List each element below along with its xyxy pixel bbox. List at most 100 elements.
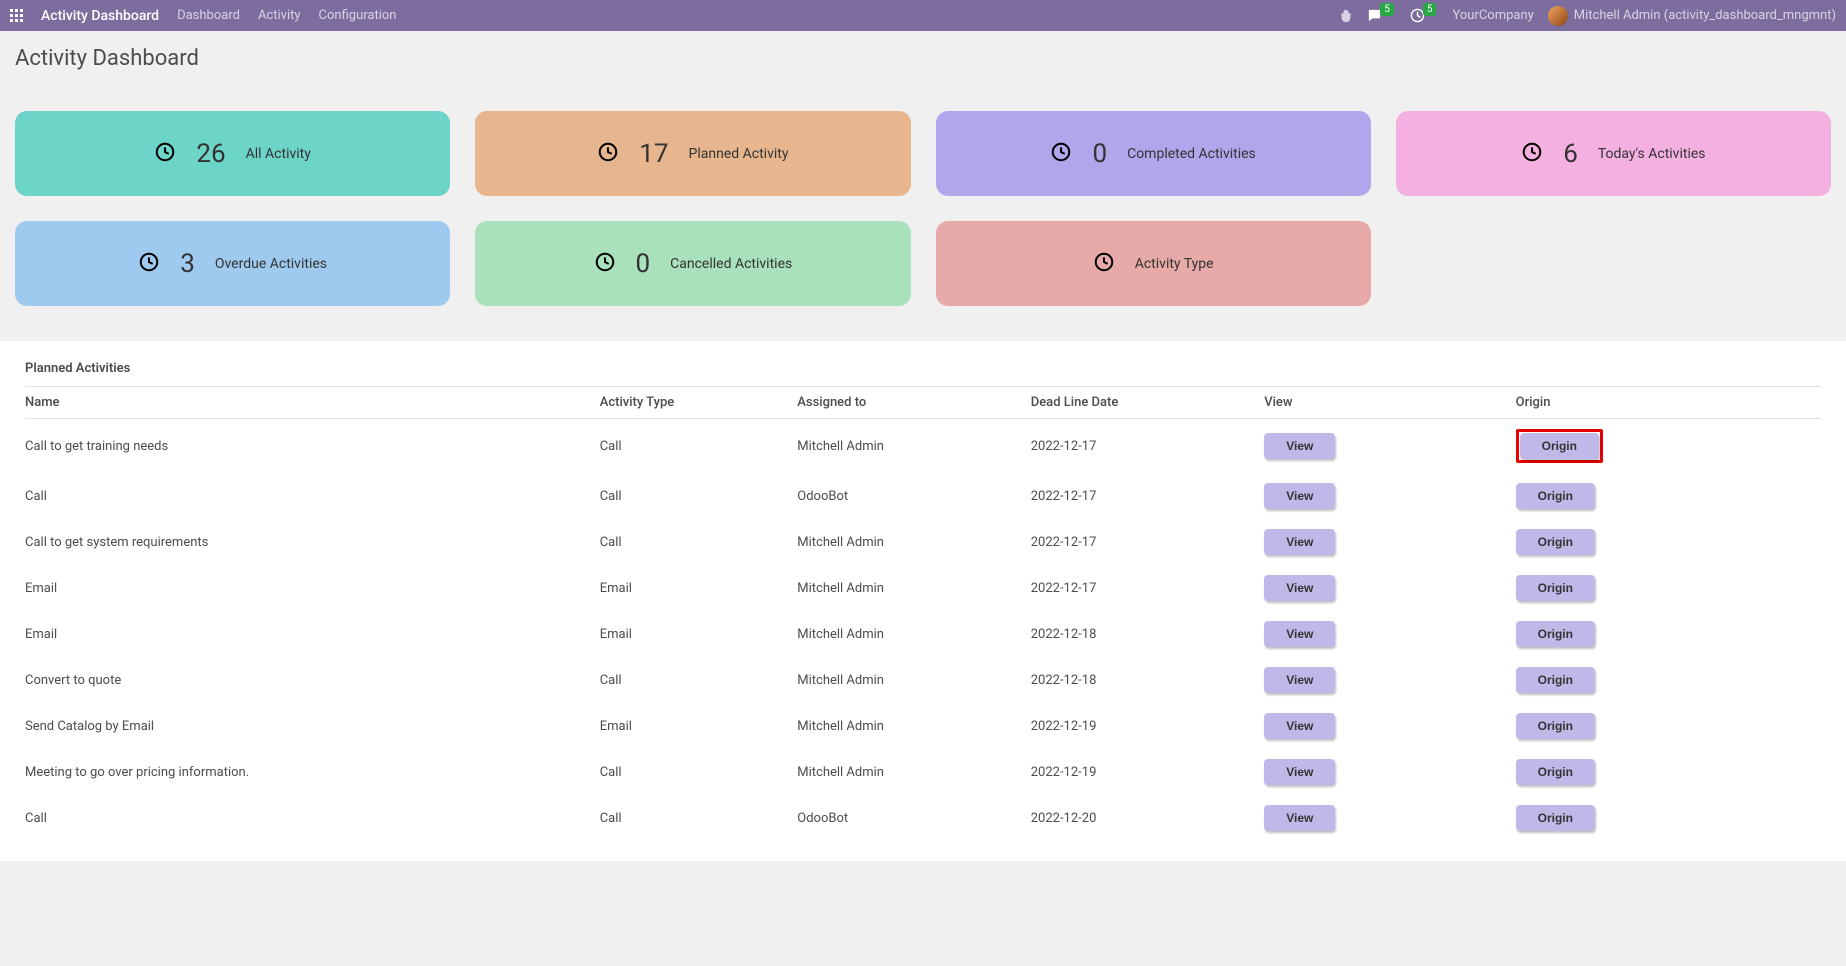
cell-type: Call	[600, 657, 798, 703]
view-button[interactable]: View	[1264, 483, 1335, 509]
view-button[interactable]: View	[1264, 759, 1335, 785]
cell-view: View	[1264, 565, 1515, 611]
view-button[interactable]: View	[1264, 529, 1335, 555]
card-label: Planned Activity	[689, 146, 789, 162]
origin-button[interactable]: Origin	[1516, 621, 1595, 647]
origin-button[interactable]: Origin	[1520, 433, 1599, 459]
th-name[interactable]: Name	[25, 387, 600, 419]
card-activity-type[interactable]: Activity Type	[936, 221, 1371, 306]
user-menu[interactable]: Mitchell Admin (activity_dashboard_mngmn…	[1548, 6, 1836, 26]
card-count: 0	[1092, 139, 1107, 169]
cell-date: 2022-12-19	[1031, 703, 1264, 749]
cell-name: Convert to quote	[25, 657, 600, 703]
clock-icon	[1093, 251, 1115, 277]
page-title: Activity Dashboard	[15, 46, 1831, 71]
card-label: Cancelled Activities	[670, 256, 792, 272]
clock-icon	[154, 141, 176, 167]
th-origin[interactable]: Origin	[1516, 387, 1821, 419]
cell-type: Call	[600, 519, 798, 565]
card-count: 0	[636, 249, 651, 279]
card-count: 17	[639, 139, 668, 169]
cell-origin: Origin	[1516, 419, 1821, 474]
cell-date: 2022-12-20	[1031, 795, 1264, 841]
cell-origin: Origin	[1516, 565, 1821, 611]
clock-icon	[1521, 141, 1543, 167]
view-button[interactable]: View	[1264, 621, 1335, 647]
header-section: Activity Dashboard 26All Activity 17 Plann…	[0, 31, 1846, 341]
clock-icon	[597, 141, 619, 167]
cell-assigned: OdooBot	[797, 795, 1030, 841]
origin-button[interactable]: Origin	[1516, 483, 1595, 509]
company-name[interactable]: YourCompany	[1452, 8, 1533, 23]
th-date[interactable]: Dead Line Date	[1031, 387, 1264, 419]
card-overdue-activities[interactable]: 3 Overdue Activities	[15, 221, 450, 306]
view-button[interactable]: View	[1264, 713, 1335, 739]
nav-link-configuration[interactable]: Configuration	[319, 8, 397, 23]
view-button[interactable]: View	[1264, 805, 1335, 831]
avatar	[1548, 6, 1568, 26]
cell-name: Call to get system requirements	[25, 519, 600, 565]
cell-view: View	[1264, 473, 1515, 519]
cell-type: Call	[600, 419, 798, 474]
card-today-s-activities[interactable]: 6Today's Activities	[1396, 111, 1831, 196]
cell-view: View	[1264, 749, 1515, 795]
cell-assigned: Mitchell Admin	[797, 611, 1030, 657]
messages-badge: 5	[1380, 3, 1394, 16]
cell-type: Email	[600, 611, 798, 657]
clock-icon[interactable]: 5	[1410, 8, 1439, 23]
messages-icon[interactable]: 5	[1367, 8, 1396, 23]
card-count: 3	[180, 249, 195, 279]
cell-assigned: Mitchell Admin	[797, 657, 1030, 703]
view-button[interactable]: View	[1264, 433, 1335, 459]
bug-icon[interactable]	[1339, 9, 1353, 23]
cell-type: Call	[600, 795, 798, 841]
cell-assigned: OdooBot	[797, 473, 1030, 519]
navbar-title[interactable]: Activity Dashboard	[41, 8, 159, 24]
card-planned-activity[interactable]: 17 Planned Activity	[475, 111, 910, 196]
cell-origin: Origin	[1516, 519, 1821, 565]
cell-view: View	[1264, 419, 1515, 474]
origin-button[interactable]: Origin	[1516, 575, 1595, 601]
cell-name: Call	[25, 795, 600, 841]
cell-origin: Origin	[1516, 611, 1821, 657]
origin-button[interactable]: Origin	[1516, 805, 1595, 831]
navbar-left: Activity Dashboard Dashboard Activity Co…	[10, 8, 396, 24]
view-button[interactable]: View	[1264, 667, 1335, 693]
cell-origin: Origin	[1516, 657, 1821, 703]
th-view[interactable]: View	[1264, 387, 1515, 419]
card-all-activity[interactable]: 26All Activity	[15, 111, 450, 196]
table-row: EmailEmailMitchell Admin2022-12-18ViewOr…	[25, 611, 1821, 657]
clock-icon	[594, 251, 616, 277]
cell-assigned: Mitchell Admin	[797, 419, 1030, 474]
cell-assigned: Mitchell Admin	[797, 519, 1030, 565]
table-row: Send Catalog by EmailEmailMitchell Admin…	[25, 703, 1821, 749]
nav-link-activity[interactable]: Activity	[258, 8, 301, 23]
origin-button[interactable]: Origin	[1516, 759, 1595, 785]
view-button[interactable]: View	[1264, 575, 1335, 601]
cell-name: Email	[25, 611, 600, 657]
apps-icon[interactable]	[10, 9, 23, 22]
cell-view: View	[1264, 611, 1515, 657]
cards-grid: 26All Activity 17 Planned Activity 0Complet…	[15, 111, 1831, 306]
activities-badge: 5	[1423, 3, 1437, 16]
nav-link-dashboard[interactable]: Dashboard	[177, 8, 240, 23]
table-row: Convert to quoteCallMitchell Admin2022-1…	[25, 657, 1821, 703]
origin-button[interactable]: Origin	[1516, 529, 1595, 555]
cell-assigned: Mitchell Admin	[797, 703, 1030, 749]
clock-icon	[138, 251, 160, 277]
card-cancelled-activities[interactable]: 0 Cancelled Activities	[475, 221, 910, 306]
origin-button[interactable]: Origin	[1516, 713, 1595, 739]
cell-name: Email	[25, 565, 600, 611]
card-completed-activities[interactable]: 0Completed Activities	[936, 111, 1371, 196]
cell-view: View	[1264, 703, 1515, 749]
cell-origin: Origin	[1516, 749, 1821, 795]
navbar-right: 5 5 YourCompany Mitchell Admin (activity…	[1339, 6, 1836, 26]
th-type[interactable]: Activity Type	[600, 387, 798, 419]
cell-view: View	[1264, 657, 1515, 703]
card-label: Activity Type	[1135, 256, 1214, 272]
cell-date: 2022-12-17	[1031, 419, 1264, 474]
th-assigned[interactable]: Assigned to	[797, 387, 1030, 419]
card-label: Overdue Activities	[215, 256, 327, 272]
origin-button[interactable]: Origin	[1516, 667, 1595, 693]
cell-origin: Origin	[1516, 795, 1821, 841]
